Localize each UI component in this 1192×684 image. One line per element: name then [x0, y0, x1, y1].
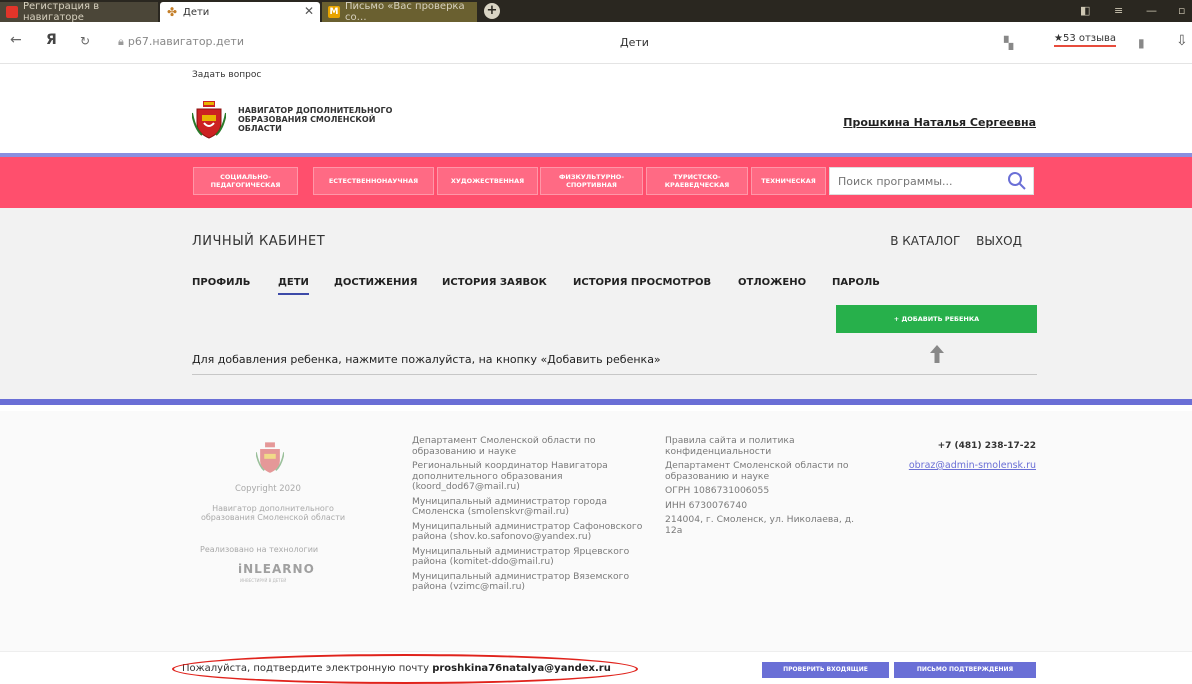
- category-natural-science[interactable]: ЕСТЕСТВЕННОНАУЧНАЯ: [313, 167, 434, 195]
- mail-favicon-icon: M: [328, 6, 340, 18]
- yandex-logo-icon[interactable]: Я: [46, 32, 57, 48]
- inlearno-tagline: ИНВЕСТИРУЙ В ДЕТЕЙ: [240, 578, 287, 583]
- copyright-text: Copyright 2020: [235, 484, 301, 494]
- red-annotation-ellipse: [172, 654, 638, 684]
- tab-title: Дети: [183, 6, 210, 18]
- yandex-favicon-icon: [6, 6, 18, 18]
- close-tab-icon[interactable]: ✕: [304, 4, 314, 18]
- footer-link[interactable]: Муниципальный администратор города Смоле…: [412, 496, 652, 518]
- minimize-icon[interactable]: —: [1146, 4, 1157, 17]
- search-input[interactable]: [830, 168, 1000, 194]
- browser-tab-bar: Регистрация в навигаторе ✤ Дети ✕ M Пись…: [0, 0, 1192, 23]
- user-name-link[interactable]: Прошкина Наталья Сергеевна: [843, 116, 1036, 129]
- footer-phone[interactable]: +7 (481) 238-17-22: [938, 441, 1036, 451]
- category-social-pedagogical[interactable]: СОЦИАЛЬНО-ПЕДАГОГИЧЕСКАЯ: [193, 167, 298, 195]
- site-footer: Copyright 2020 Навигатор дополнительного…: [0, 411, 1192, 651]
- browser-tab-deti[interactable]: ✤ Дети ✕: [160, 2, 320, 22]
- confirmation-letter-button[interactable]: ПИСЬМО ПОДТВЕРЖДЕНИЯ: [894, 662, 1036, 678]
- category-sport[interactable]: ФИЗКУЛЬТУРНО-СПОРТИВНАЯ: [540, 167, 643, 195]
- add-child-button[interactable]: + ДОБАВИТЬ РЕБЕНКА: [836, 305, 1037, 333]
- department-text: Департамент Смоленской области по образо…: [665, 460, 849, 482]
- category-bar: СОЦИАЛЬНО-ПЕДАГОГИЧЕСКАЯ ЕСТЕСТВЕННОНАУЧ…: [0, 153, 1192, 208]
- program-search: [829, 167, 1034, 195]
- download-icon[interactable]: ⇩: [1176, 33, 1188, 49]
- ogrn-text: ОГРН 1086731006055: [665, 485, 770, 496]
- footer-navigator-name: Навигатор дополнительного образования См…: [200, 504, 346, 522]
- category-art[interactable]: ХУДОЖЕСТВЕННАЯ: [437, 167, 538, 195]
- window-icon[interactable]: ▫: [1178, 4, 1185, 17]
- check-inbox-button[interactable]: ПРОВЕРИТЬ ВХОДЯЩИЕ: [762, 662, 889, 678]
- browser-tab-mail[interactable]: M Письмо «Вас проверка со…: [322, 1, 477, 23]
- site-favicon-icon: ✤: [166, 5, 178, 19]
- inn-text: ИНН 6730076740: [665, 499, 748, 511]
- translate-icon[interactable]: ▚: [1004, 36, 1013, 50]
- bookmark-flag-icon[interactable]: ▮: [1138, 36, 1145, 50]
- url-field[interactable]: 🔒︎ р67.навигатор.дети: [118, 35, 244, 49]
- catalog-link[interactable]: В КАТАЛОГ: [890, 234, 960, 248]
- email-confirm-bar: Пожалуйста, подтвердите электронную почт…: [0, 651, 1192, 684]
- url-text: р67.навигатор.дети: [127, 35, 244, 48]
- logout-link[interactable]: ВЫХОД: [976, 234, 1022, 248]
- smolensk-emblem-icon[interactable]: [192, 101, 226, 139]
- site-logo-text[interactable]: НАВИГАТОР ДОПОЛНИТЕЛЬНОГО ОБРАЗОВАНИЯ СМ…: [238, 106, 408, 133]
- tab-applications-history[interactable]: ИСТОРИЯ ЗАЯВОК: [442, 277, 547, 293]
- tab-title: Письмо «Вас проверка со…: [345, 1, 465, 23]
- cabinet-title: ЛИЧНЫЙ КАБИНЕТ: [192, 234, 326, 249]
- tab-password[interactable]: ПАРОЛЬ: [832, 277, 880, 293]
- tab-postponed[interactable]: ОТЛОЖЕНО: [738, 277, 806, 293]
- footer-link[interactable]: Региональный координатор Навигатора допо…: [412, 460, 652, 493]
- tab-profile[interactable]: ПРОФИЛЬ: [192, 277, 250, 293]
- page-title: Дети: [620, 36, 649, 49]
- lock-icon: 🔒︎: [118, 35, 124, 48]
- tech-label: Реализовано на технологии: [200, 545, 319, 554]
- menu-icon[interactable]: ≡: [1114, 4, 1123, 17]
- footer-email-link[interactable]: obraz@admin-smolensk.ru: [909, 460, 1036, 471]
- category-technical[interactable]: ТЕХНИЧЕСКАЯ: [751, 167, 826, 195]
- reload-icon[interactable]: ↻: [80, 34, 90, 48]
- category-tourism[interactable]: ТУРИСТСКО-КРАЕВЕДЧЕСКАЯ: [646, 167, 748, 195]
- privacy-policy-link[interactable]: Правила сайта и политика конфиденциально…: [665, 435, 865, 457]
- address-text: 214004, г. Смоленск, ул. Николаева, д. 1…: [665, 514, 855, 536]
- tab-views-history[interactable]: ИСТОРИЯ ПРОСМОТРОВ: [573, 277, 711, 293]
- footer-contacts-column: Департамент Смоленской области по образо…: [412, 435, 652, 597]
- tab-title: Регистрация в навигаторе: [23, 1, 100, 23]
- inlearno-logo[interactable]: iNLEARNO: [238, 562, 315, 576]
- tab-children[interactable]: ДЕТИ: [278, 277, 309, 295]
- search-icon[interactable]: [1007, 171, 1027, 191]
- ask-question-link[interactable]: Задать вопрос: [192, 70, 261, 80]
- reviews-badge[interactable]: ★53 отзыва: [1054, 33, 1117, 47]
- personal-cabinet: ЛИЧНЫЙ КАБИНЕТ В КАТАЛОГ ВЫХОД ПРОФИЛЬ Д…: [0, 208, 1192, 405]
- new-tab-button[interactable]: +: [484, 3, 500, 19]
- footer-legal-column: Правила сайта и политика конфиденциально…: [665, 435, 865, 540]
- footer-link[interactable]: Муниципальный администратор Вяземского р…: [412, 571, 652, 593]
- tab-achievements[interactable]: ДОСТИЖЕНИЯ: [334, 277, 417, 293]
- cabinet-links: В КАТАЛОГ ВЫХОД: [878, 234, 1022, 248]
- up-arrow-icon: [930, 345, 944, 363]
- browser-tab-registration[interactable]: Регистрация в навигаторе: [0, 1, 158, 23]
- address-bar: ← Я ↻ 🔒︎ р67.навигатор.дети Дети ▚ ★53 от…: [0, 22, 1192, 64]
- bookmark-icon[interactable]: ◧: [1080, 4, 1090, 17]
- add-child-hint: Для добавления ребенка, нажмите пожалуйс…: [192, 353, 661, 366]
- divider: [192, 374, 1037, 375]
- smolensk-emblem-icon: [256, 442, 284, 473]
- footer-link[interactable]: Муниципальный администратор Ярцевского р…: [412, 546, 652, 568]
- footer-link[interactable]: Муниципальный администратор Сафоновского…: [412, 521, 652, 543]
- back-arrow-icon[interactable]: ←: [10, 32, 22, 48]
- footer-link[interactable]: Департамент Смоленской области по образо…: [412, 435, 652, 457]
